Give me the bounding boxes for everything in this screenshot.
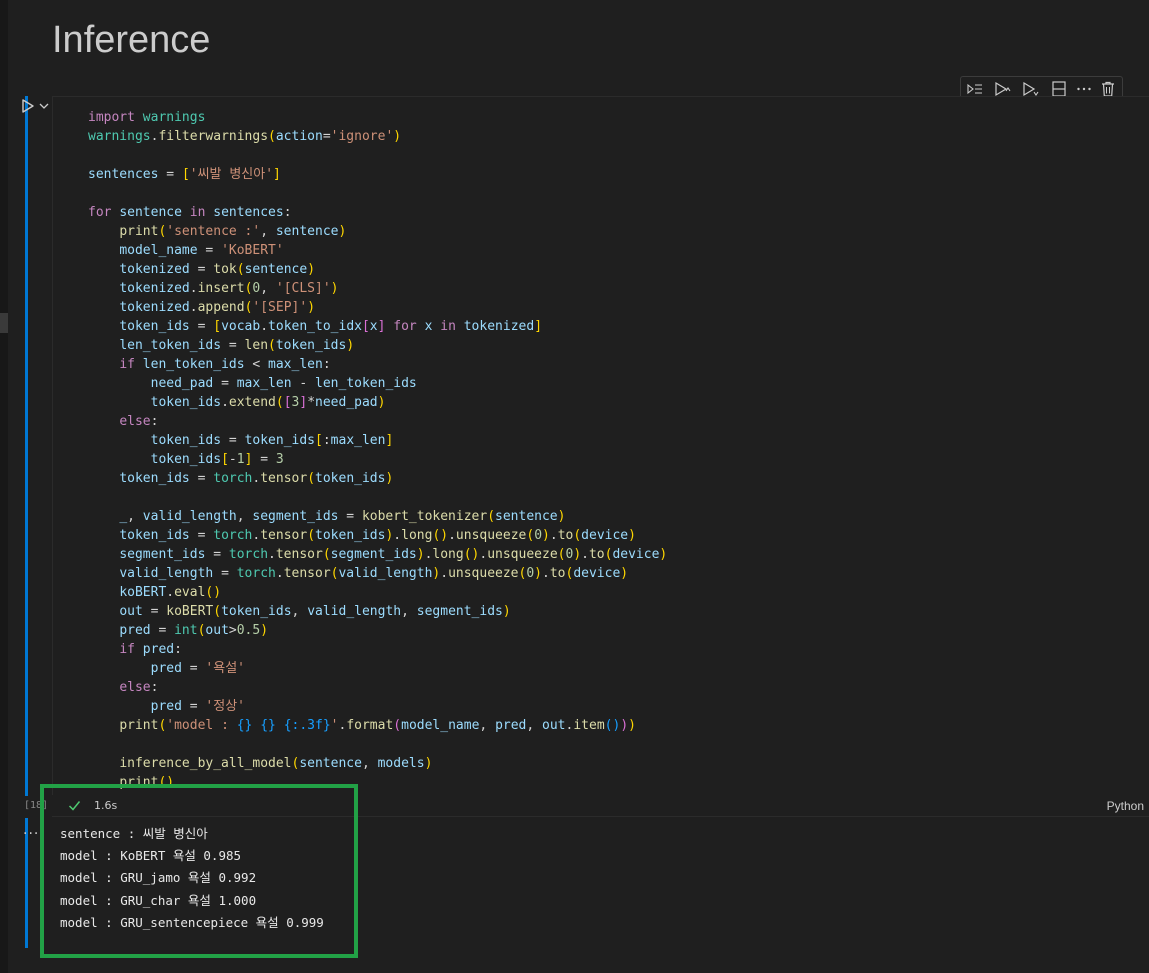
code-line: token_ids.extend([3]*need_pad) xyxy=(150,395,386,410)
code-line: if len_token_ids < max_len: xyxy=(119,357,331,372)
code-line: if pred: xyxy=(119,642,182,657)
kernel-language-button[interactable]: Python xyxy=(1107,799,1144,813)
code-line: print('model : {} {} {:.3f}'.format(mode… xyxy=(119,718,636,733)
code-line: print() xyxy=(119,775,175,790)
execution-duration: 1.6s xyxy=(94,799,118,812)
code-line: inference_by_all_model(sentence, models) xyxy=(119,756,433,771)
output-line: sentence : 씨발 병신아 xyxy=(60,826,208,841)
left-gutter xyxy=(0,0,8,973)
code-line: _, valid_length, segment_ids = kobert_to… xyxy=(119,509,566,524)
cell-status-bar: 1.6s Python xyxy=(52,795,1149,817)
code-line: token_ids = [vocab.token_to_idx[x] for x… xyxy=(119,319,543,334)
code-line: pred = '욕설' xyxy=(150,661,245,676)
output-more-actions-icon[interactable]: ··· xyxy=(23,826,39,842)
code-content[interactable]: import warnings warnings.filterwarnings(… xyxy=(88,108,667,792)
code-line: pred = '정상' xyxy=(150,699,245,714)
code-line: len_token_ids = len(token_ids) xyxy=(119,338,355,353)
check-icon xyxy=(68,801,81,811)
code-line: tokenized.insert(0, '[CLS]') xyxy=(119,281,339,296)
code-line: warnings.filterwarnings(action='ignore') xyxy=(88,129,402,144)
code-line: out = koBERT(token_ids, valid_length, se… xyxy=(119,604,511,619)
code-line: segment_ids = torch.tensor(segment_ids).… xyxy=(119,547,668,562)
code-line: sentences = ['씨발 병신아'] xyxy=(88,167,281,182)
chevron-down-icon[interactable] xyxy=(38,100,50,112)
code-line: print('sentence :', sentence) xyxy=(119,224,347,239)
code-line: token_ids[-1] = 3 xyxy=(150,452,284,467)
code-line: tokenized.append('[SEP]') xyxy=(119,300,316,315)
code-line: else: xyxy=(119,414,159,429)
code-line: need_pad = max_len - len_token_ids xyxy=(150,376,417,391)
code-line: token_ids = torch.tensor(token_ids) xyxy=(119,471,394,486)
code-line: valid_length = torch.tensor(valid_length… xyxy=(119,566,629,581)
scroll-marker xyxy=(0,313,8,333)
run-cell-icon[interactable] xyxy=(20,96,36,116)
output-line: model : GRU_char 욕설 1.000 xyxy=(60,892,257,908)
cell-output: sentence : 씨발 병신아 model : KoBERT 욕설 0.98… xyxy=(60,823,324,934)
code-line: import warnings xyxy=(88,110,206,125)
output-line: model : GRU_jamo 욕설 0.992 xyxy=(60,870,257,886)
code-line: model_name = 'KoBERT' xyxy=(119,243,284,258)
cell-focus-indicator xyxy=(25,96,28,796)
execution-count: [18] xyxy=(24,800,49,811)
output-line: model : GRU_sentencepiece 욕설 0.999 xyxy=(60,914,324,930)
code-line: else: xyxy=(119,680,159,695)
code-editor[interactable]: import warnings warnings.filterwarnings(… xyxy=(52,96,1149,795)
code-line: token_ids = torch.tensor(token_ids).long… xyxy=(119,528,636,543)
code-line: koBERT.eval() xyxy=(119,585,222,600)
code-line: for sentence in sentences: xyxy=(88,205,292,220)
code-line: tokenized = tok(sentence) xyxy=(119,262,316,277)
code-line: pred = int(out>0.5) xyxy=(119,623,269,638)
output-line: model : KoBERT 욕설 0.985 xyxy=(60,848,242,864)
markdown-heading: Inference xyxy=(52,19,211,61)
code-line: token_ids = token_ids[:max_len] xyxy=(150,433,394,448)
